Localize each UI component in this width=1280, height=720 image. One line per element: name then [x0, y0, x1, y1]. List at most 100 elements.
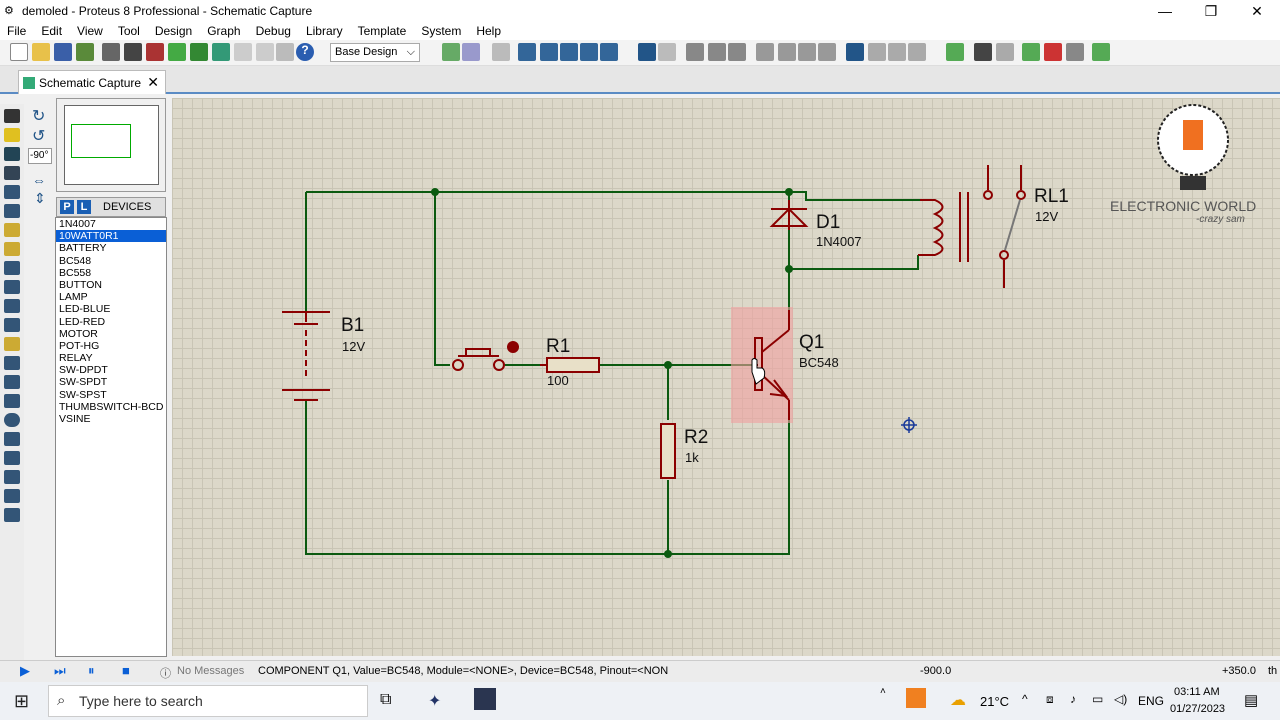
home-icon[interactable] — [102, 43, 120, 61]
battery-icon[interactable]: ▭ — [1092, 692, 1103, 706]
tape-icon[interactable] — [4, 299, 20, 313]
clock-date[interactable]: 01/27/2023 — [1170, 703, 1225, 715]
junction-icon[interactable] — [4, 147, 20, 161]
copy-icon[interactable] — [708, 43, 726, 61]
menu-library[interactable]: Library — [299, 24, 351, 38]
maximize-button[interactable]: ❐ — [1188, 0, 1234, 22]
probe-icon[interactable] — [4, 337, 20, 351]
symbol-icon[interactable] — [4, 489, 20, 503]
pin-icon[interactable] — [4, 261, 20, 275]
bus-icon[interactable] — [4, 204, 20, 218]
rotate-cw-icon[interactable]: ↻ — [32, 106, 45, 126]
property-tool-icon[interactable] — [996, 43, 1014, 61]
text-icon[interactable] — [4, 470, 20, 484]
paste-icon[interactable] — [728, 43, 746, 61]
gerber-icon[interactable] — [168, 43, 186, 61]
mirror-x-icon[interactable]: ⇔ — [32, 172, 46, 188]
device-list-item[interactable]: SW-DPDT — [56, 364, 166, 376]
windows-start-icon[interactable]: ⊞ — [14, 691, 29, 712]
wire-bottom[interactable] — [305, 400, 790, 555]
rotation-angle-field[interactable]: -90° — [28, 148, 52, 164]
minimize-button[interactable]: — — [1142, 0, 1188, 22]
close-tab-icon[interactable]: ✕ — [147, 74, 159, 91]
arc-icon[interactable] — [4, 432, 20, 446]
proteus-taskbar-icon[interactable]: ✦ — [428, 691, 441, 711]
tab-schematic-capture[interactable]: Schematic Capture ✕ — [18, 70, 166, 94]
device-list-item[interactable]: BUTTON — [56, 279, 166, 291]
path-icon[interactable] — [4, 451, 20, 465]
netlist-icon[interactable] — [1092, 43, 1110, 61]
device-list-item[interactable]: BATTERY — [56, 242, 166, 254]
network-icon[interactable]: ⧈ — [1046, 692, 1054, 707]
notification-icon[interactable]: ▤ — [1244, 691, 1258, 709]
block-move-icon[interactable] — [778, 43, 796, 61]
circle-icon[interactable] — [4, 413, 20, 427]
step-icon[interactable]: ⏭ — [54, 663, 66, 679]
tray-chevron-icon[interactable]: ^ — [1022, 692, 1028, 706]
wire-relay-bottom[interactable] — [789, 255, 919, 270]
block-delete-icon[interactable] — [818, 43, 836, 61]
zoom-in-icon[interactable] — [540, 43, 558, 61]
menu-help[interactable]: Help — [469, 24, 509, 38]
report-icon[interactable] — [234, 43, 252, 61]
component-mode-icon[interactable] — [4, 128, 20, 142]
battery-b1[interactable] — [282, 311, 330, 401]
menu-system[interactable]: System — [414, 24, 469, 38]
relay-rl1[interactable] — [918, 165, 1026, 288]
generator-icon[interactable] — [4, 318, 20, 332]
menu-design[interactable]: Design — [148, 24, 200, 38]
volume-icon[interactable]: ◁) — [1114, 692, 1127, 706]
device-list-item[interactable]: RELAY — [56, 352, 166, 364]
wire-autorouter-icon[interactable] — [946, 43, 964, 61]
play-icon[interactable]: ▶ — [20, 663, 30, 679]
zoom-all-icon[interactable] — [580, 43, 598, 61]
line-icon[interactable] — [4, 375, 20, 389]
selection-mode-icon[interactable] — [4, 109, 20, 123]
diode-d1[interactable] — [769, 200, 809, 230]
grid-icon[interactable] — [462, 43, 480, 61]
device-list-item[interactable]: SW-SPDT — [56, 376, 166, 388]
language-indicator[interactable]: ENG — [1138, 694, 1164, 708]
wire-button[interactable] — [434, 192, 450, 366]
text-script-icon[interactable] — [4, 185, 20, 199]
menu-tool[interactable]: Tool — [111, 24, 148, 38]
chevron-up-icon[interactable]: ˄ — [880, 686, 886, 697]
menu-file[interactable]: File — [0, 24, 34, 38]
subcircuit-icon[interactable] — [4, 223, 20, 237]
help-icon[interactable]: ? — [296, 43, 314, 61]
wire-top[interactable] — [306, 191, 790, 200]
bom-icon[interactable] — [212, 43, 230, 61]
redo-icon[interactable] — [658, 43, 676, 61]
device-list-item[interactable]: THUMBSWITCH-BCD — [56, 401, 166, 413]
terminal-icon[interactable] — [4, 242, 20, 256]
decompose-icon[interactable] — [908, 43, 926, 61]
undo-icon[interactable] — [638, 43, 656, 61]
notes-icon[interactable] — [256, 43, 274, 61]
pause-icon[interactable]: ⏸ — [88, 663, 95, 679]
refresh-icon[interactable] — [442, 43, 460, 61]
pcb-icon[interactable] — [146, 43, 164, 61]
tray-app-icon[interactable] — [906, 688, 926, 708]
wire-relay-top[interactable] — [789, 191, 920, 201]
task-view-icon[interactable]: ⧉ — [380, 691, 391, 709]
rotate-ccw-icon[interactable]: ↺ — [32, 126, 45, 146]
open-folder-icon[interactable] — [32, 43, 50, 61]
new-file-icon[interactable] — [10, 43, 28, 61]
package-tool-icon[interactable] — [888, 43, 906, 61]
graph-icon[interactable] — [4, 280, 20, 294]
resistor-r2[interactable] — [660, 423, 676, 479]
box-icon[interactable] — [4, 394, 20, 408]
menu-view[interactable]: View — [70, 24, 111, 38]
menu-debug[interactable]: Debug — [249, 24, 299, 38]
make-device-icon[interactable] — [868, 43, 886, 61]
pick-device-icon[interactable] — [846, 43, 864, 61]
resistor-r1[interactable] — [546, 357, 600, 373]
button-indicator[interactable] — [507, 341, 519, 353]
goto-sheet-icon[interactable] — [1066, 43, 1084, 61]
close-button[interactable]: ✕ — [1234, 0, 1280, 22]
zoom-area-icon[interactable] — [600, 43, 618, 61]
remove-sheet-icon[interactable] — [1044, 43, 1062, 61]
marker-icon[interactable] — [4, 508, 20, 522]
design-select[interactable]: Base Design ⌵ — [330, 43, 420, 62]
device-list-item[interactable]: 10WATT0R1 — [56, 230, 166, 243]
